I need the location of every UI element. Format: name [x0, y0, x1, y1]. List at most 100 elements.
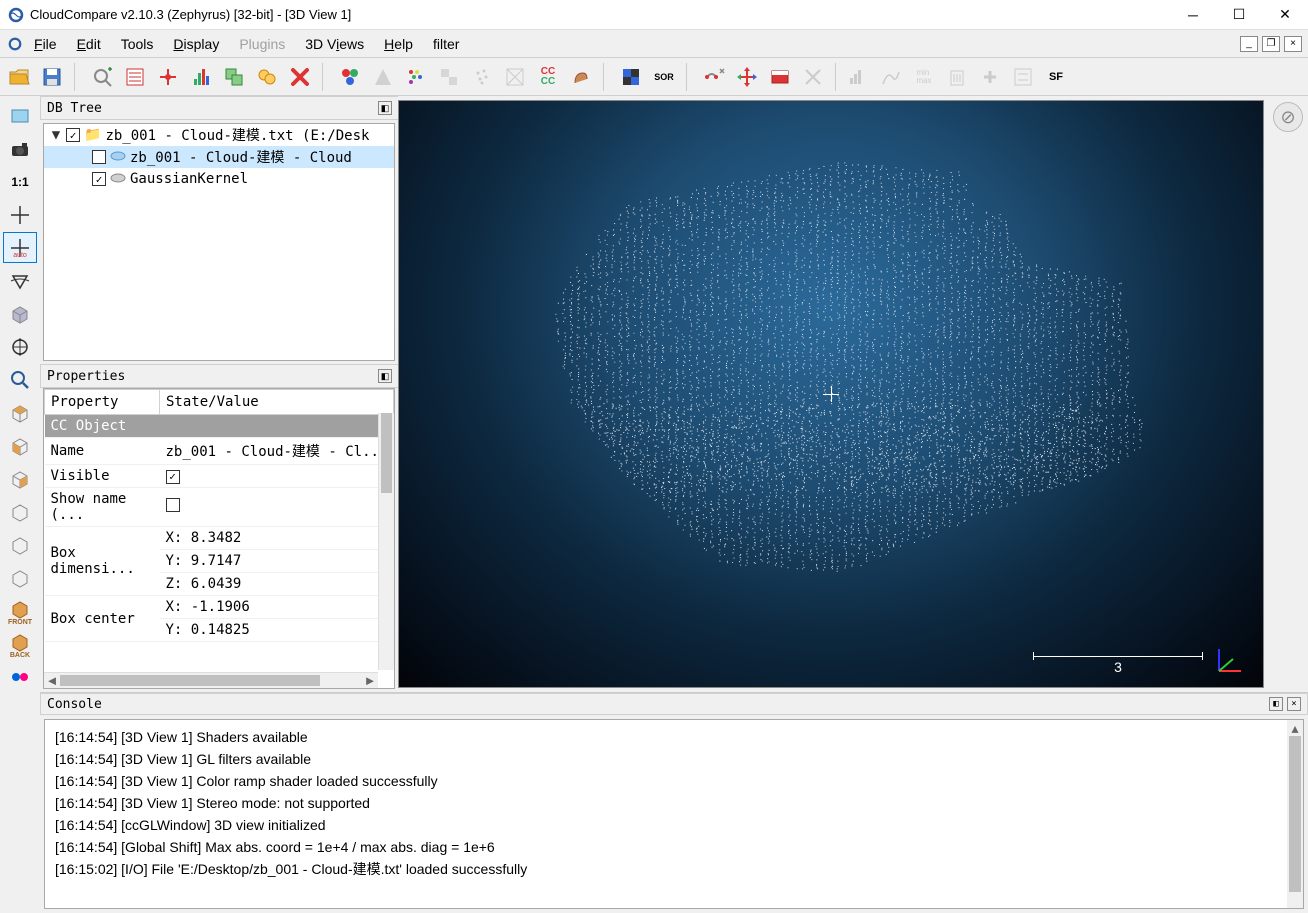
view-top-button[interactable] — [3, 397, 37, 428]
sf-minmax-icon[interactable]: minmax — [909, 62, 939, 92]
grid-button[interactable] — [616, 62, 646, 92]
mdi-minimize-button[interactable]: _ — [1240, 36, 1258, 52]
view-fullscreen-button[interactable] — [3, 100, 37, 131]
dbtree-panel[interactable]: ▼ ✓ 📁 zb_001 - Cloud-建模.txt (E:/Desk zb_… — [43, 123, 395, 361]
view-right-button[interactable] — [3, 529, 37, 560]
prop-header-value: State/Value — [160, 390, 394, 415]
view-camera-button[interactable] — [3, 133, 37, 164]
materials-button[interactable] — [434, 62, 464, 92]
dbtree-undock-button[interactable]: ◧ — [378, 101, 392, 115]
window-close-button[interactable]: ✕ — [1262, 0, 1308, 29]
menu-help[interactable]: Help — [374, 34, 423, 54]
view-front-button[interactable] — [3, 430, 37, 461]
console-line: [16:15:02] [I/O] File 'E:/Desktop/zb_001… — [55, 858, 1293, 880]
gl-filter-button[interactable]: ⊘ — [1273, 102, 1303, 132]
menu-file[interactable]: FFileile — [24, 34, 67, 54]
prop-showname-checkbox[interactable] — [166, 498, 180, 512]
properties-undock-button[interactable]: ◧ — [378, 369, 392, 383]
view-autorotation-button[interactable]: auto — [3, 232, 37, 263]
viewport-scale-bar: 3 — [1033, 656, 1203, 675]
prop-boxcenter-label: Box center — [45, 596, 160, 642]
view-flickr-button[interactable] — [3, 661, 37, 692]
prop-boxcenter-y: Y: 0.14825 — [160, 619, 394, 642]
properties-table[interactable]: Property State/Value CC Object Name zb_0… — [43, 388, 395, 689]
console-body[interactable]: [16:14:54] [3D View 1] Shaders available… — [44, 719, 1304, 909]
save-button[interactable] — [37, 62, 67, 92]
colors-button[interactable] — [335, 62, 365, 92]
prop-boxdim-z: Z: 6.0439 — [160, 573, 394, 596]
console-close-button[interactable]: × — [1287, 697, 1301, 711]
tree-row-root[interactable]: ▼ ✓ 📁 zb_001 - Cloud-建模.txt (E:/Desk — [44, 124, 394, 146]
view-iso-front-button[interactable]: FRONT — [3, 595, 37, 626]
console-line: [16:14:54] [3D View 1] GL filters availa… — [55, 748, 1293, 770]
crosssection-button[interactable] — [765, 62, 795, 92]
clone-button[interactable] — [219, 62, 249, 92]
sf-delete-icon[interactable] — [942, 62, 972, 92]
open-file-button[interactable] — [4, 62, 34, 92]
segment-button[interactable] — [699, 62, 729, 92]
sf-add-icon[interactable] — [975, 62, 1005, 92]
svg-text:BACK: BACK — [10, 652, 30, 657]
tree-checkbox[interactable]: ✓ — [66, 128, 80, 142]
view-iso1-button[interactable] — [3, 298, 37, 329]
tree-checkbox[interactable] — [92, 150, 106, 164]
prop-visible-checkbox[interactable]: ✓ — [166, 470, 180, 484]
sf-hist-icon[interactable] — [843, 62, 873, 92]
histogram-button[interactable] — [186, 62, 216, 92]
viewport-axis-gizmo — [1209, 641, 1249, 681]
primitive-button[interactable] — [153, 62, 183, 92]
tree-row-gaussian[interactable]: ✓ GaussianKernel — [44, 168, 394, 190]
window-titlebar: CloudCompare v2.10.3 (Zephyrus) [32-bit]… — [0, 0, 1308, 30]
pick-button[interactable] — [87, 62, 117, 92]
menu-edit[interactable]: Edit — [67, 34, 111, 54]
prop-name-value[interactable]: zb_001 - Cloud-建模 - Cl... — [160, 438, 394, 465]
3d-viewport[interactable]: 3 — [398, 100, 1264, 688]
sor-button[interactable]: SOR — [649, 62, 679, 92]
ss-button[interactable] — [467, 62, 497, 92]
menu-filter[interactable]: filter — [423, 34, 469, 54]
tree-checkbox[interactable]: ✓ — [92, 172, 106, 186]
view-bottom-button[interactable] — [3, 562, 37, 593]
window-maximize-button[interactable]: ☐ — [1216, 0, 1262, 29]
console-line: [16:14:54] [3D View 1] Color ramp shader… — [55, 770, 1293, 792]
tree-item-label: zb_001 - Cloud-建模.txt (E:/Desk — [105, 125, 369, 145]
mdi-close-button[interactable]: × — [1284, 36, 1302, 52]
view-zoom-button[interactable] — [3, 364, 37, 395]
sf-arith-icon[interactable] — [1008, 62, 1038, 92]
view-1to1-button[interactable]: 1:1 — [3, 166, 37, 197]
merge-button[interactable] — [252, 62, 282, 92]
view-pickrotation-button[interactable] — [3, 199, 37, 230]
subsample-button[interactable] — [798, 62, 828, 92]
svg-text:FRONT: FRONT — [8, 619, 32, 624]
fit-button[interactable] — [500, 62, 530, 92]
view-left-button[interactable] — [3, 463, 37, 494]
tree-row-cloud[interactable]: zb_001 - Cloud-建模 - Cloud — [44, 146, 394, 168]
console-undock-button[interactable]: ◧ — [1269, 697, 1283, 711]
cc-button[interactable]: CCCC — [533, 62, 563, 92]
menu-3dviews[interactable]: 3D Views — [295, 34, 374, 54]
translate-button[interactable] — [732, 62, 762, 92]
view-level-button[interactable] — [3, 265, 37, 296]
menu-plugins[interactable]: Plugins — [229, 34, 295, 54]
folder-icon: 📁 — [84, 127, 101, 143]
sf-stats-icon[interactable] — [876, 62, 906, 92]
window-minimize-button[interactable]: ─ — [1170, 0, 1216, 29]
menu-display[interactable]: Display — [163, 34, 229, 54]
properties-hscrollbar[interactable]: ◄► — [44, 672, 378, 688]
properties-vscrollbar[interactable] — [378, 413, 394, 670]
console-line: [16:14:54] [ccGLWindow] 3D view initiali… — [55, 814, 1293, 836]
delete-button[interactable] — [285, 62, 315, 92]
view-move-button[interactable] — [3, 331, 37, 362]
menu-tools[interactable]: Tools — [111, 34, 164, 54]
view-iso-back-button[interactable]: BACK — [3, 628, 37, 659]
sf-gradient-icon[interactable]: SF — [1041, 62, 1071, 92]
cm-button[interactable] — [566, 62, 596, 92]
point-list-button[interactable] — [120, 62, 150, 92]
svg-text:auto: auto — [13, 252, 27, 259]
normals-button[interactable] — [368, 62, 398, 92]
mdi-restore-button[interactable]: ❐ — [1262, 36, 1280, 52]
sf-colors-button[interactable] — [401, 62, 431, 92]
tree-expander-icon[interactable]: ▼ — [50, 127, 62, 143]
view-back-button[interactable] — [3, 496, 37, 527]
console-vscrollbar[interactable]: ▴▾ — [1287, 720, 1303, 908]
